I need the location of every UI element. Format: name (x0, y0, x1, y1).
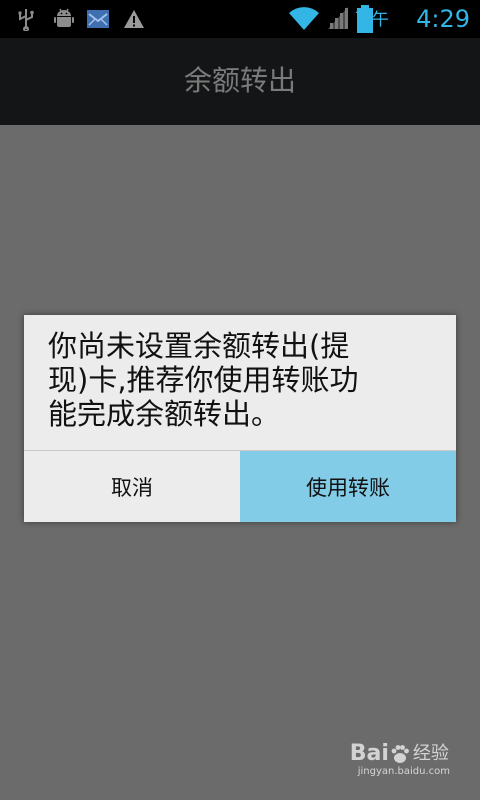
mail-notification-icon (87, 10, 109, 28)
status-bar: 下午 4:29 (0, 0, 480, 38)
usb-icon (18, 9, 34, 31)
cancel-button[interactable]: 取消 (24, 451, 240, 522)
android-debug-icon (54, 8, 74, 27)
dialog-message: 你尚未设置余额转出(提现)卡,推荐你使用转账功能完成余额转出。 (48, 329, 359, 431)
page-title: 余额转出 (183, 64, 296, 97)
watermark-brand: Bai (349, 741, 389, 766)
warning-icon (124, 10, 144, 28)
watermark-url: jingyan.baidu.com (357, 766, 450, 777)
phone-screen: 下午 4:29 余额转出 你尚未设置余额转出(提现)卡,推荐你使用转账功能完成余… (0, 0, 480, 800)
paw-icon (391, 745, 409, 763)
wifi-icon (289, 7, 319, 31)
status-clock: 4:29 (416, 5, 470, 33)
alert-dialog: 你尚未设置余额转出(提现)卡,推荐你使用转账功能完成余额转出。 取消 使用转账 (24, 315, 456, 522)
baidu-jingyan-watermark: Bai 经验 jingyan.baidu.com (350, 742, 450, 778)
watermark-logo: Bai 经验 (350, 742, 450, 766)
action-bar: 余额转出 (0, 38, 480, 125)
watermark-brand-suffix: 经验 (412, 743, 449, 764)
use-transfer-button[interactable]: 使用转账 (240, 451, 456, 522)
status-ampm: 下午 (355, 10, 389, 30)
signal-icon (328, 7, 348, 29)
